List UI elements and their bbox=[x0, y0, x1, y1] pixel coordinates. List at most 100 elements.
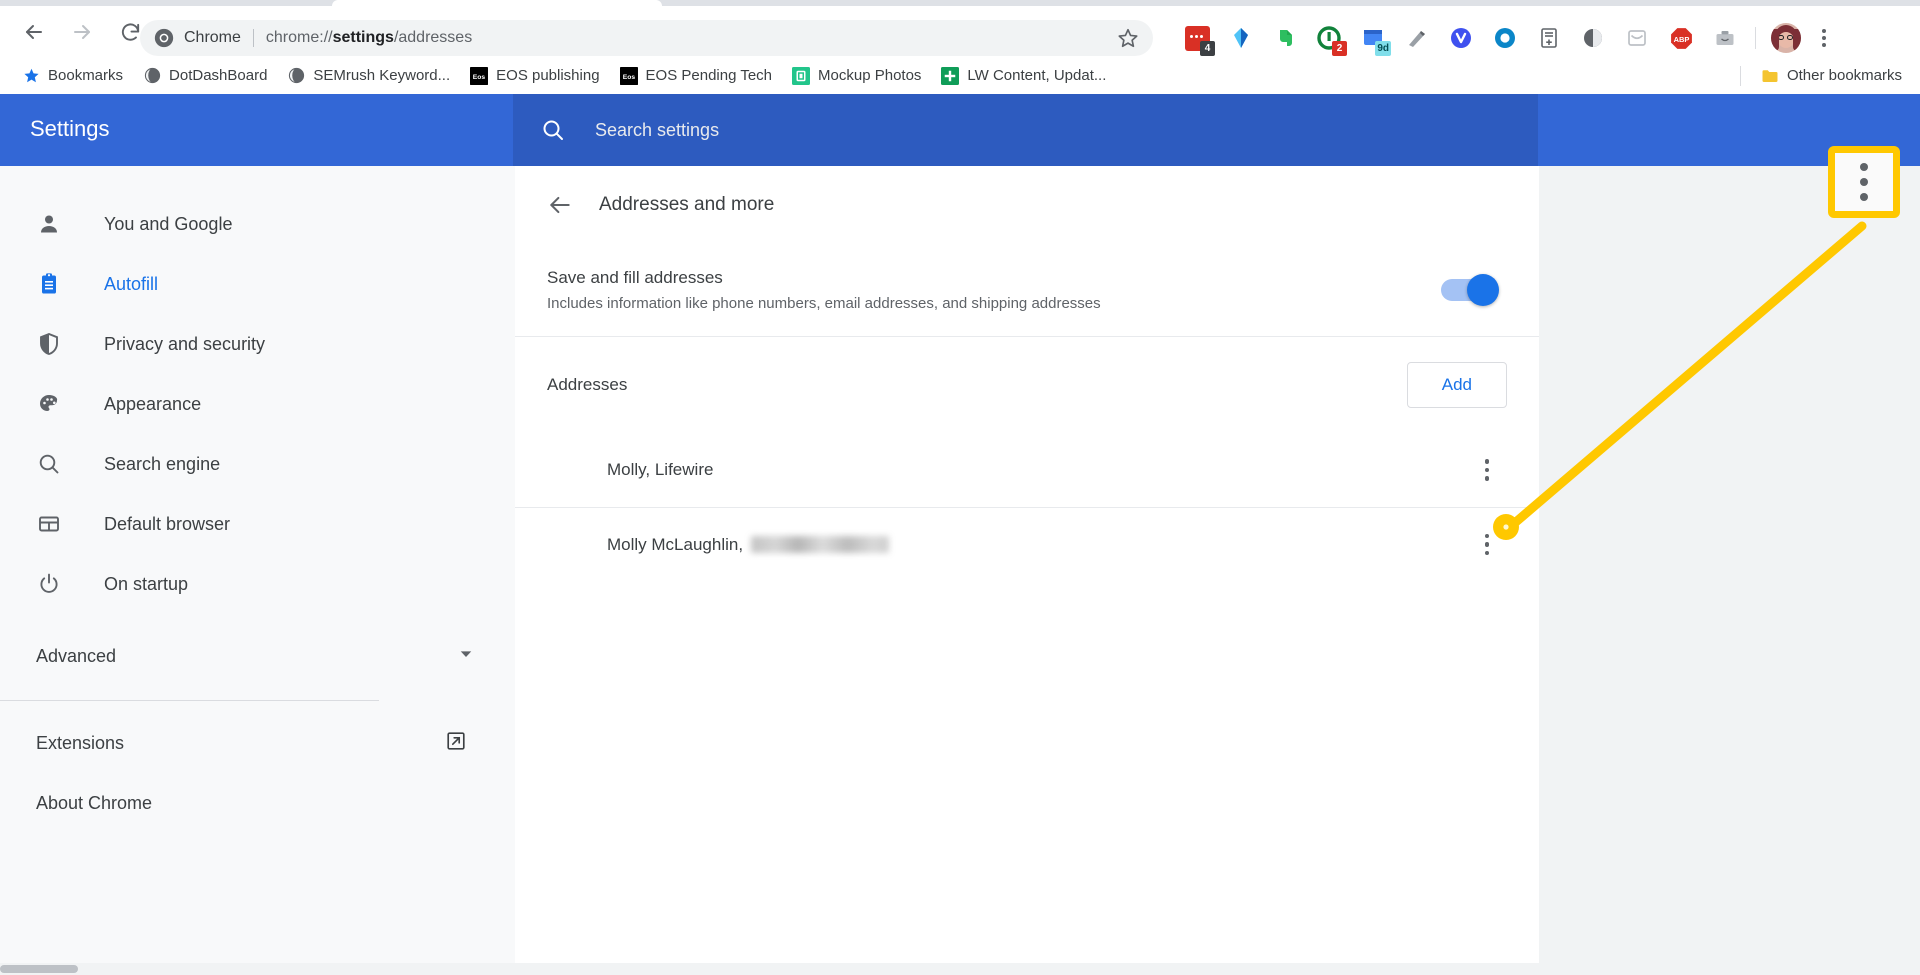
bookmark-lw-content[interactable]: LW Content, Updat... bbox=[933, 62, 1114, 90]
grammarly-extension[interactable]: 2 bbox=[1307, 16, 1351, 60]
sidebar-item-label: Appearance bbox=[104, 393, 202, 414]
toggle-knob bbox=[1467, 274, 1499, 306]
bookmark-mockup-photos[interactable]: Mockup Photos bbox=[784, 62, 929, 90]
scrollbar-thumb[interactable] bbox=[0, 965, 78, 973]
back-button[interactable] bbox=[14, 12, 54, 52]
save-and-fill-addresses-toggle[interactable] bbox=[1441, 274, 1499, 306]
globe-icon bbox=[143, 67, 161, 85]
marker-extension[interactable] bbox=[1395, 16, 1439, 60]
evernote-extension[interactable] bbox=[1263, 16, 1307, 60]
external-link-icon bbox=[445, 730, 467, 757]
bookmark-label: Mockup Photos bbox=[818, 67, 922, 84]
omnibox-scheme-label: Chrome bbox=[184, 29, 241, 46]
bookmark-dotdashboard[interactable]: DotDashBoard bbox=[135, 62, 275, 90]
sidebar-item-label: Search engine bbox=[104, 453, 221, 474]
search-input[interactable] bbox=[593, 118, 1293, 142]
toolbar-divider bbox=[1755, 27, 1756, 49]
sidebar-item-advanced[interactable]: Advanced bbox=[0, 626, 515, 686]
vivaldi-extension[interactable] bbox=[1439, 16, 1483, 60]
sidebar-item-you-and-google[interactable]: You and Google bbox=[0, 194, 515, 254]
sidebar-item-label: You and Google bbox=[104, 213, 233, 234]
bookmark-semrush-keyword[interactable]: SEMrush Keyword... bbox=[279, 62, 458, 90]
reload-icon bbox=[119, 21, 142, 44]
address-name-wrapper: Molly McLaughlin, bbox=[607, 535, 1477, 555]
avatar[interactable] bbox=[1764, 16, 1808, 60]
bookmark-label: DotDashBoard bbox=[169, 67, 268, 84]
table-row[interactable]: Molly McLaughlin, bbox=[515, 507, 1539, 581]
table-row[interactable]: Molly, Lifewire bbox=[515, 433, 1539, 507]
adblock-plus-extension[interactable]: ABP bbox=[1659, 16, 1703, 60]
bookmark-eos-pending-tech[interactable]: Eos EOS Pending Tech bbox=[612, 62, 780, 90]
search-settings-bar[interactable] bbox=[513, 94, 1538, 166]
browser-window: Chrome chrome://settings/addresses 4 2 9… bbox=[0, 0, 1920, 975]
content-title: Addresses and more bbox=[599, 194, 775, 215]
sidebar-item-label: Privacy and security bbox=[104, 333, 266, 354]
sidebar-about-label: About Chrome bbox=[36, 792, 153, 813]
more-vert-icon[interactable] bbox=[1477, 459, 1497, 481]
chrome-menu-three-dots-icon[interactable] bbox=[1808, 22, 1840, 54]
sidebar-item-about-chrome[interactable]: About Chrome bbox=[0, 773, 515, 833]
sidebar-item-extensions[interactable]: Extensions bbox=[0, 713, 515, 773]
mail-extension[interactable] bbox=[1615, 16, 1659, 60]
sidebar-item-default-browser[interactable]: Default browser bbox=[0, 494, 515, 554]
save-and-fill-addresses-row: Save and fill addresses Includes informa… bbox=[515, 244, 1539, 336]
bookmark-bookmarks[interactable]: Bookmarks bbox=[14, 62, 131, 90]
bookmarks-bar: Bookmarks DotDashBoard SEMrush Keyword..… bbox=[0, 58, 1920, 94]
bookmark-eos-publishing[interactable]: Eos EOS publishing bbox=[462, 62, 607, 90]
bookmark-star-icon[interactable] bbox=[1117, 27, 1139, 49]
more-vert-icon[interactable] bbox=[1477, 533, 1497, 556]
star-icon bbox=[22, 67, 40, 85]
mockup-icon bbox=[792, 66, 811, 85]
search-icon bbox=[36, 451, 62, 477]
extension-badge-count: 2 bbox=[1332, 41, 1347, 56]
addresses-section-header: Addresses Add bbox=[515, 337, 1539, 433]
other-bookmarks-button[interactable]: Other bookmarks bbox=[1753, 62, 1910, 90]
toolbox-extension[interactable] bbox=[1703, 16, 1747, 60]
other-bookmarks-area: Other bookmarks bbox=[1739, 62, 1910, 90]
sidebar-item-privacy-and-security[interactable]: Privacy and security bbox=[0, 314, 515, 374]
address-bar[interactable]: Chrome chrome://settings/addresses bbox=[140, 20, 1153, 56]
sidebar-item-appearance[interactable]: Appearance bbox=[0, 374, 515, 434]
bookmark-label: EOS publishing bbox=[496, 67, 600, 84]
page-title: Settings bbox=[30, 116, 110, 141]
shield-icon bbox=[36, 331, 62, 357]
omnibox-divider bbox=[252, 29, 254, 47]
sidebar-item-search-engine[interactable]: Search engine bbox=[0, 434, 515, 494]
search-icon bbox=[541, 118, 565, 142]
save-fill-title: Save and fill addresses bbox=[547, 268, 723, 287]
back-to-autofill-button[interactable] bbox=[547, 192, 573, 218]
annotation-callout-box bbox=[1828, 146, 1900, 218]
settings-header: Settings bbox=[0, 94, 1920, 166]
settings-content: Addresses and more Save and fill address… bbox=[515, 166, 1539, 975]
addresses-label: Addresses bbox=[547, 375, 628, 394]
pocket-extension[interactable]: 9d bbox=[1351, 16, 1395, 60]
eos-icon: Eos bbox=[470, 66, 489, 85]
extension-badge-count: 4 bbox=[1200, 41, 1215, 56]
arrow-left-icon bbox=[22, 20, 46, 44]
google-sheets-icon bbox=[941, 66, 960, 85]
power-icon bbox=[36, 571, 62, 597]
sidebar-item-on-startup[interactable]: On startup bbox=[0, 554, 515, 614]
save-fill-subtitle: Includes information like phone numbers,… bbox=[547, 295, 1101, 312]
other-bookmarks-label: Other bookmarks bbox=[1786, 67, 1902, 84]
svg-text:Eos: Eos bbox=[473, 74, 486, 81]
chrome-logo-icon bbox=[154, 28, 174, 48]
address-name: Molly McLaughlin, bbox=[607, 534, 744, 554]
bookmark-label: EOS Pending Tech bbox=[645, 67, 773, 84]
clipboard-icon bbox=[36, 271, 62, 297]
add-address-button[interactable]: Add bbox=[1406, 362, 1507, 408]
globe-icon bbox=[287, 67, 305, 85]
add-to-list-extension[interactable] bbox=[1527, 16, 1571, 60]
office-extension[interactable] bbox=[1483, 16, 1527, 60]
screen-recorder-extension[interactable]: 4 bbox=[1175, 16, 1219, 60]
forward-button[interactable] bbox=[62, 12, 102, 52]
palette-icon bbox=[36, 391, 62, 417]
settings-sidebar: You and Google Autofill Privacy and secu… bbox=[0, 166, 515, 975]
sidebar-extensions-label: Extensions bbox=[36, 732, 125, 753]
dark-mode-extension[interactable] bbox=[1571, 16, 1615, 60]
yandex-extension[interactable] bbox=[1219, 16, 1263, 60]
omnibox-url: chrome://settings/addresses bbox=[265, 29, 473, 46]
sidebar-item-autofill[interactable]: Autofill bbox=[0, 254, 515, 314]
horizontal-scrollbar[interactable] bbox=[0, 963, 1920, 975]
bookmark-label: SEMrush Keyword... bbox=[313, 67, 451, 84]
